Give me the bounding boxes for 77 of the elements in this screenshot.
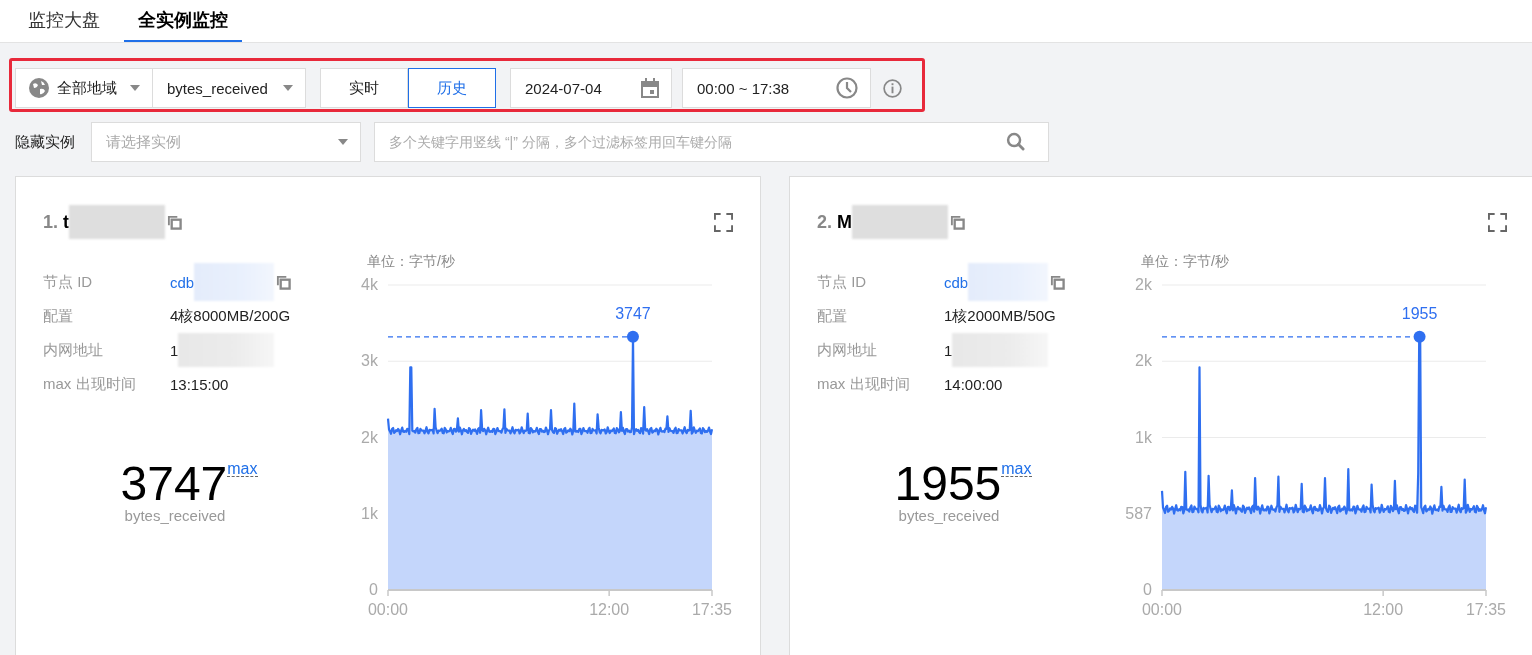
caret-icon	[130, 85, 140, 91]
node-id-link[interactable]: cdb	[170, 273, 195, 291]
y-tick-label: 2k	[1135, 352, 1152, 370]
instance-rank: 2.	[817, 211, 832, 233]
y-tick-label: 587	[1125, 504, 1152, 522]
instance-name: M	[837, 211, 852, 233]
time-range-picker[interactable]: 00:00 ~ 17:38	[682, 68, 871, 108]
calendar-icon	[641, 78, 659, 98]
mode-toggle[interactable]: 实时	[320, 68, 408, 108]
caret-icon	[338, 139, 348, 145]
search-field[interactable]: 多个关键字用竖线 “|” 分隔，多个过滤标签用回车键分隔	[374, 122, 1049, 162]
metric-label: bytes_received	[167, 79, 269, 97]
field-value: 4核8000MB/200G	[170, 306, 291, 326]
max-value: 3747	[120, 461, 228, 507]
field-label: 内网地址	[817, 339, 878, 360]
metric-name: bytes_received	[124, 507, 226, 524]
field-label: 配置	[43, 305, 74, 326]
instance-rank: 1.	[43, 211, 58, 233]
field-value: 14:00:00	[944, 375, 1003, 393]
field-value: 13:15:00	[170, 375, 229, 393]
field-label: 节点 ID	[817, 271, 868, 292]
node-id-link[interactable]: cdb	[944, 273, 969, 291]
max-link[interactable]: max	[1001, 461, 1032, 477]
globe-icon	[29, 78, 49, 98]
y-tick-label: 0	[1143, 581, 1152, 598]
peak-label: 3747	[615, 304, 651, 322]
instance-name: t	[63, 211, 69, 233]
y-tick-label: 2k	[361, 428, 378, 446]
tab[interactable]: 监控大盘	[14, 0, 114, 42]
field-label: 内网地址	[43, 339, 104, 360]
y-tick-label: 3k	[361, 352, 378, 370]
unit-label: 单位：字节/秒	[367, 253, 456, 271]
date-picker[interactable]: 2024-07-04	[510, 68, 672, 108]
instance-placeholder: 请选择实例	[106, 132, 181, 152]
time-range-value: 00:00 ~ 17:38	[697, 79, 790, 97]
x-tick-label: 12:00	[589, 601, 630, 618]
field-label: max 出现时间	[817, 373, 911, 394]
field-value: 1	[170, 341, 179, 359]
x-tick-label: 00:00	[368, 601, 408, 618]
caret-icon	[283, 85, 293, 91]
region-label: 全部地域	[57, 78, 118, 98]
peak-marker	[1413, 330, 1426, 343]
field-label: 节点 ID	[43, 271, 94, 292]
info-icon[interactable]	[883, 78, 902, 98]
x-tick-label: 00:00	[1142, 601, 1182, 618]
tab[interactable]: 全实例监控	[124, 0, 242, 42]
hide-instances-label: 隐藏实例	[15, 132, 76, 152]
unit-label: 单位：字节/秒	[1141, 253, 1230, 271]
metric-select[interactable]: bytes_received	[152, 68, 306, 108]
y-tick-label: 0	[369, 581, 378, 598]
region-select[interactable]: 全部地域	[15, 68, 153, 108]
max-link[interactable]: max	[227, 461, 258, 477]
copy-icon[interactable]	[167, 214, 182, 230]
copy-icon[interactable]	[950, 214, 965, 230]
mode-toggle[interactable]: 历史	[408, 68, 496, 108]
x-tick-label: 17:35	[692, 601, 732, 618]
fullscreen-icon[interactable]	[714, 212, 733, 232]
max-value: 1955	[894, 461, 1002, 507]
copy-icon[interactable]	[1050, 274, 1066, 290]
clock-icon	[836, 77, 858, 99]
y-tick-label: 1k	[361, 504, 378, 522]
y-tick-label: 2k	[1135, 277, 1152, 293]
peak-marker	[626, 330, 639, 343]
date-value: 2024-07-04	[525, 79, 602, 97]
search-icon[interactable]	[1006, 132, 1025, 151]
field-label: 配置	[817, 305, 848, 326]
fullscreen-icon[interactable]	[1488, 212, 1507, 232]
x-tick-label: 17:35	[1466, 601, 1506, 618]
x-tick-label: 12:00	[1363, 601, 1404, 618]
peak-label: 1955	[1401, 304, 1438, 322]
field-label: max 出现时间	[43, 373, 137, 394]
field-value: 1	[944, 341, 953, 359]
y-tick-label: 4k	[361, 277, 378, 293]
field-value: 1核2000MB/50G	[944, 306, 1056, 326]
copy-icon[interactable]	[276, 274, 292, 290]
y-tick-label: 1k	[1135, 428, 1152, 446]
metric-name: bytes_received	[898, 507, 1000, 524]
